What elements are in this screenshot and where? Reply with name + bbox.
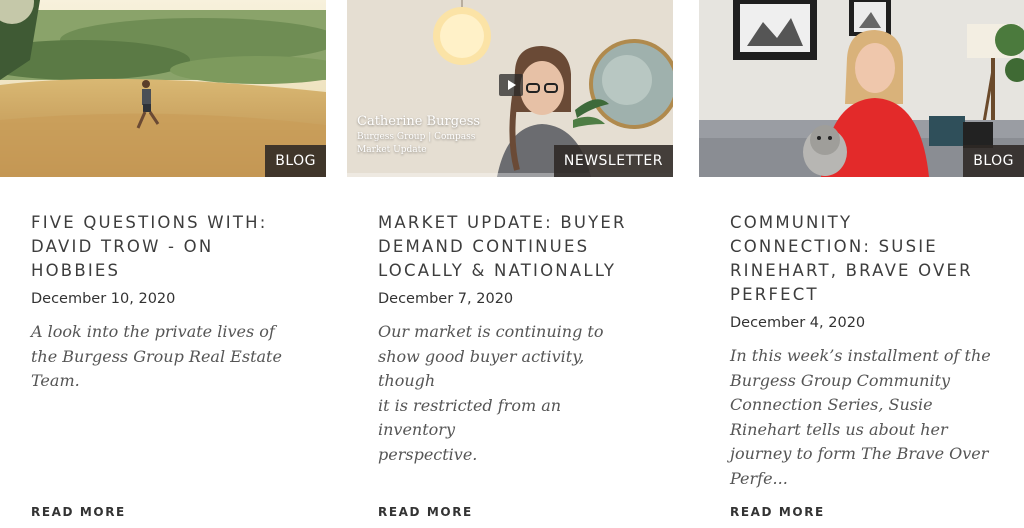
post-title[interactable]: MARKET UPDATE: BUYER DEMAND CONTINUES LO… <box>378 211 668 283</box>
read-more-link[interactable]: READ MORE <box>730 505 825 519</box>
video-speaker-name: Catherine Burgess <box>357 114 481 129</box>
excerpt-line: Rinehart tells us about her <box>730 419 948 439</box>
video-caption: Catherine Burgess Burgess Group | Compas… <box>357 114 480 155</box>
post-title[interactable]: COMMUNITY CONNECTION: SUSIE RINEHART, BR… <box>730 211 1020 307</box>
title-line: FIVE QUESTIONS WITH: <box>31 213 268 232</box>
title-line: PERFECT <box>730 285 819 304</box>
read-more-link[interactable]: READ MORE <box>378 505 473 519</box>
title-line: CONNECTION: SUSIE <box>730 237 938 256</box>
excerpt-line: perspective. <box>378 444 478 464</box>
title-line: RINEHART, BRAVE OVER <box>730 261 973 280</box>
excerpt-line: Our market is continuing to <box>378 322 604 341</box>
post-excerpt: Our market is continuing to show good bu… <box>378 320 640 468</box>
blog-card: BLOG COMMUNITY CONNECTION: SUSIE RINEHAR… <box>699 0 1024 528</box>
blog-card: BLOG FIVE QUESTIONS WITH: DAVID TROW - O… <box>0 0 330 528</box>
excerpt-line: the Burgess Group Real Estate <box>31 346 282 366</box>
excerpt-line: journey to form The Brave Over <box>730 444 989 464</box>
video-thumbnail-link[interactable]: Catherine Burgess Burgess Group | Compas… <box>347 0 673 177</box>
video-series-title: Market Update <box>357 145 427 155</box>
title-line: DEMAND CONTINUES <box>378 237 590 256</box>
video-subtitle: Burgess Group | Compass <box>357 132 476 142</box>
title-line: MARKET UPDATE: BUYER <box>378 213 627 232</box>
card-image-link[interactable]: BLOG <box>0 0 326 177</box>
play-button[interactable] <box>499 74 523 96</box>
title-line: DAVID TROW - ON <box>31 237 214 256</box>
title-line: LOCALLY & NATIONALLY <box>378 261 617 280</box>
play-icon <box>508 80 516 90</box>
title-line: HOBBIES <box>31 261 121 280</box>
excerpt-line: show good buyer activity, though <box>378 346 585 391</box>
excerpt-line: Perfe... <box>730 468 788 488</box>
excerpt-line: it is restricted from an inventory <box>378 395 562 440</box>
title-line: COMMUNITY <box>730 213 853 232</box>
post-title[interactable]: FIVE QUESTIONS WITH: DAVID TROW - ON HOB… <box>31 211 321 283</box>
excerpt-line: Connection Series, Susie <box>730 395 933 415</box>
card-image-link[interactable]: BLOG <box>699 0 1024 177</box>
excerpt-line: Team. <box>31 371 80 391</box>
category-tag: BLOG <box>265 145 326 177</box>
excerpt-line: Burgess Group Community <box>730 370 951 390</box>
post-date: December 7, 2020 <box>378 291 514 307</box>
post-date: December 4, 2020 <box>730 315 866 331</box>
newsletter-card: Catherine Burgess Burgess Group | Compas… <box>347 0 677 528</box>
category-tag: NEWSLETTER <box>553 145 673 177</box>
excerpt-line: In this week’s installment of the <box>730 346 991 365</box>
excerpt-line: A look into the private lives of <box>31 322 275 341</box>
read-more-link[interactable]: READ MORE <box>31 505 126 519</box>
post-excerpt: In this week’s installment of the Burges… <box>730 344 992 492</box>
category-tag: BLOG <box>963 145 1024 177</box>
post-date: December 10, 2020 <box>31 291 176 307</box>
post-excerpt: A look into the private lives of the Bur… <box>31 320 293 394</box>
